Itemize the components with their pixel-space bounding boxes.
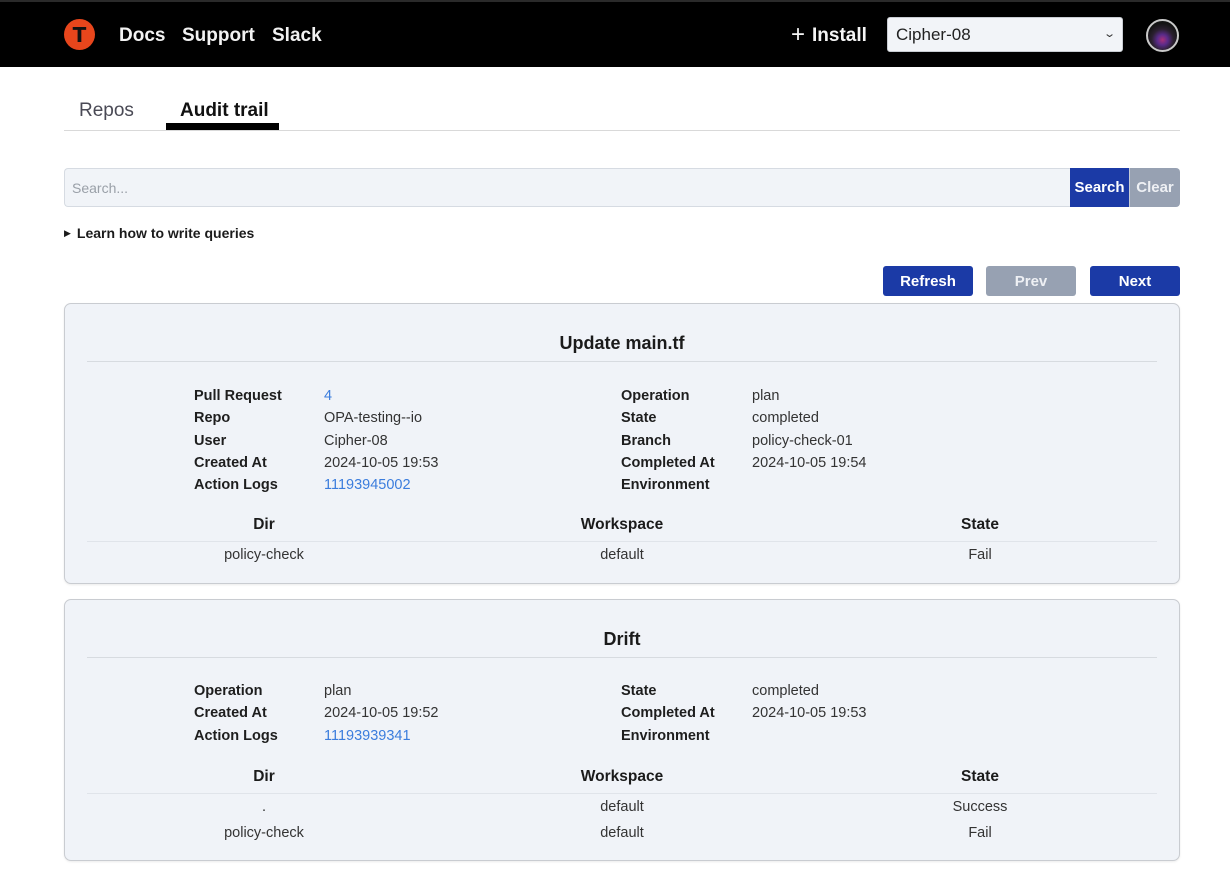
field-value: 2024-10-05 19:53 [324,454,439,471]
field-label: Branch [621,432,671,449]
field-value: completed [752,410,819,427]
field-value: Cipher-08 [324,432,388,449]
field-label: Repo [194,410,231,427]
search-bar: Search Clear [64,168,1180,207]
install-button[interactable]: + Install [791,20,867,48]
active-tab-indicator [166,123,279,130]
field-value: 2024-10-05 19:52 [324,705,439,722]
table-row: policy-check default Fail [87,542,1157,568]
run-card: Drift Operation plan Created At 2024-10-05… [64,599,1180,861]
field-label: Completed At [621,705,715,722]
column-header-dir: Dir [253,768,275,785]
field-label: User [194,432,227,449]
chevron-down-icon: ⌄ [1102,28,1116,40]
nav-link-docs[interactable]: Docs [119,25,165,47]
field-label: Action Logs [194,727,278,744]
field-value: OPA-testing--io [324,410,423,427]
learn-queries-toggle[interactable]: ▶ Learn how to write queries [64,225,254,241]
search-input[interactable] [64,168,1070,207]
plus-icon: + [791,20,806,48]
field-label: State [621,683,657,699]
pull-request-link[interactable]: 4 [324,385,332,407]
org-select-value: Cipher-08 [896,24,971,44]
cell-workspace: default [600,799,644,815]
avatar[interactable] [1146,19,1179,52]
tab-audit-trail[interactable]: Audit trail [180,100,269,122]
field-label: Created At [194,454,267,471]
next-button[interactable]: Next [1090,266,1180,296]
run-title: Update main.tf [559,333,685,353]
cell-state: Fail [968,547,992,563]
field-label: State [621,410,657,427]
column-header-state: State [961,516,999,533]
field-label: Action Logs [194,477,278,494]
action-logs-link[interactable]: 11193939341 [324,725,411,747]
clear-button[interactable]: Clear [1129,168,1180,207]
column-header-workspace: Workspace [580,516,664,533]
field-value: 2024-10-05 19:54 [752,454,867,471]
divider [87,657,1157,658]
field-label: Environment [621,477,710,494]
field-label: Operation [194,683,263,699]
tab-bar: Repos Audit trail [64,95,1180,131]
table-row: policy-check default Fail [87,820,1157,846]
cell-dir: . [261,799,267,815]
prev-button[interactable]: Prev [986,266,1076,296]
run-results-table: Dir Workspace State policy-check default… [87,512,1157,568]
field-value: 2024-10-05 19:53 [752,705,867,722]
cell-workspace: default [600,547,644,563]
table-header: Dir Workspace State [87,764,1157,794]
learn-queries-label: Learn how to write queries [76,225,255,241]
column-header-dir: Dir [253,516,275,533]
action-logs-link[interactable]: 11193945002 [324,474,411,496]
field-value: completed [752,683,819,699]
cell-dir: policy-check [224,547,304,563]
top-nav: T Docs Support Slack + Install Cipher-08… [0,0,1230,67]
disclosure-triangle-icon: ▶ [64,227,71,238]
field-label: Environment [621,727,710,744]
field-label: Operation [621,388,690,404]
field-value: plan [324,683,352,699]
run-results-table: Dir Workspace State . default Success po… [87,764,1157,846]
cell-workspace: default [600,825,644,841]
table-header: Dir Workspace State [87,512,1157,542]
tab-repos[interactable]: Repos [79,100,134,122]
install-label: Install [812,25,867,46]
logo-letter: T [72,23,87,47]
column-header-workspace: Workspace [580,768,664,785]
run-card: Update main.tf Pull Request 4 Repo OPA-tes… [64,303,1180,584]
nav-link-slack[interactable]: Slack [272,25,322,47]
field-label: Completed At [621,454,715,471]
search-button[interactable]: Search [1070,168,1129,207]
field-value: plan [752,388,780,404]
refresh-button[interactable]: Refresh [883,266,973,296]
nav-link-support[interactable]: Support [182,25,255,47]
column-header-state: State [961,768,999,785]
logo-icon[interactable]: T [64,19,95,50]
cell-dir: policy-check [224,825,304,841]
field-label: Created At [194,705,267,722]
cell-state: Success [952,799,1008,815]
run-title: Drift [603,629,641,649]
table-row: . default Success [87,794,1157,820]
org-select[interactable]: Cipher-08 ⌄ [887,17,1123,52]
cell-state: Fail [968,825,992,841]
field-value: policy-check-01 [752,432,853,449]
divider [87,361,1157,362]
field-label: Pull Request [194,388,282,404]
